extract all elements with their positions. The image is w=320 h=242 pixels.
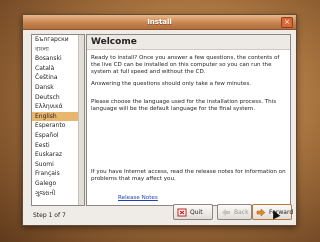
- language-item[interactable]: Dansk: [32, 83, 84, 93]
- step-indicator: Step 1 of 7: [33, 212, 66, 219]
- back-label: Back: [234, 209, 249, 216]
- release-notes-link[interactable]: Release Notes: [118, 195, 158, 201]
- language-item[interactable]: English: [32, 111, 84, 122]
- back-button[interactable]: Back: [217, 204, 252, 220]
- quit-label: Quit: [190, 209, 203, 216]
- close-icon[interactable]: ×: [281, 17, 293, 28]
- duration-paragraph: Answering the questions should only take…: [91, 81, 252, 87]
- language-items: Български বাংলা Bosanski Català Čeština Dansk…: [32, 35, 84, 198]
- language-item[interactable]: Bosanski: [32, 54, 84, 64]
- internet-paragraph: If you have Internet access, read the re…: [91, 169, 286, 183]
- language-list-scrollbar[interactable]: [78, 35, 84, 205]
- language-item[interactable]: Deutsch: [32, 93, 84, 103]
- page-title: Welcome: [87, 35, 290, 50]
- language-item[interactable]: Eesti: [32, 141, 84, 151]
- quit-icon: [177, 208, 187, 217]
- quit-button[interactable]: Quit: [173, 204, 213, 220]
- language-item[interactable]: Български: [32, 35, 84, 45]
- forward-arrow-icon: [256, 208, 266, 217]
- back-arrow-icon: [222, 209, 230, 216]
- language-item[interactable]: Español: [32, 131, 84, 141]
- language-item[interactable]: ગુજરાતી: [32, 189, 84, 199]
- language-list[interactable]: Български বাংলা Bosanski Català Čeština Dansk…: [31, 34, 85, 206]
- intro-paragraph: Ready to install? Once you answer a few …: [91, 55, 280, 76]
- language-paragraph: Please choose the language used for the …: [91, 99, 277, 113]
- language-item[interactable]: Esperanto: [32, 121, 84, 131]
- language-item[interactable]: বাংলা: [32, 45, 84, 55]
- title-bar[interactable]: Install ×: [23, 15, 296, 30]
- language-item[interactable]: Čeština: [32, 73, 84, 83]
- installer-window: Install × Български বাংলা Bosanski Català Če…: [22, 14, 297, 226]
- language-item[interactable]: Ελληνικά: [32, 102, 84, 112]
- language-item[interactable]: Français: [32, 169, 84, 179]
- main-panel: Welcome Ready to install? Once you answe…: [86, 34, 291, 206]
- language-item[interactable]: Suomi: [32, 160, 84, 170]
- language-item[interactable]: Català: [32, 64, 84, 74]
- window-title: Install: [147, 18, 172, 26]
- language-item[interactable]: Euskaraz: [32, 150, 84, 160]
- language-item[interactable]: Galego: [32, 179, 84, 189]
